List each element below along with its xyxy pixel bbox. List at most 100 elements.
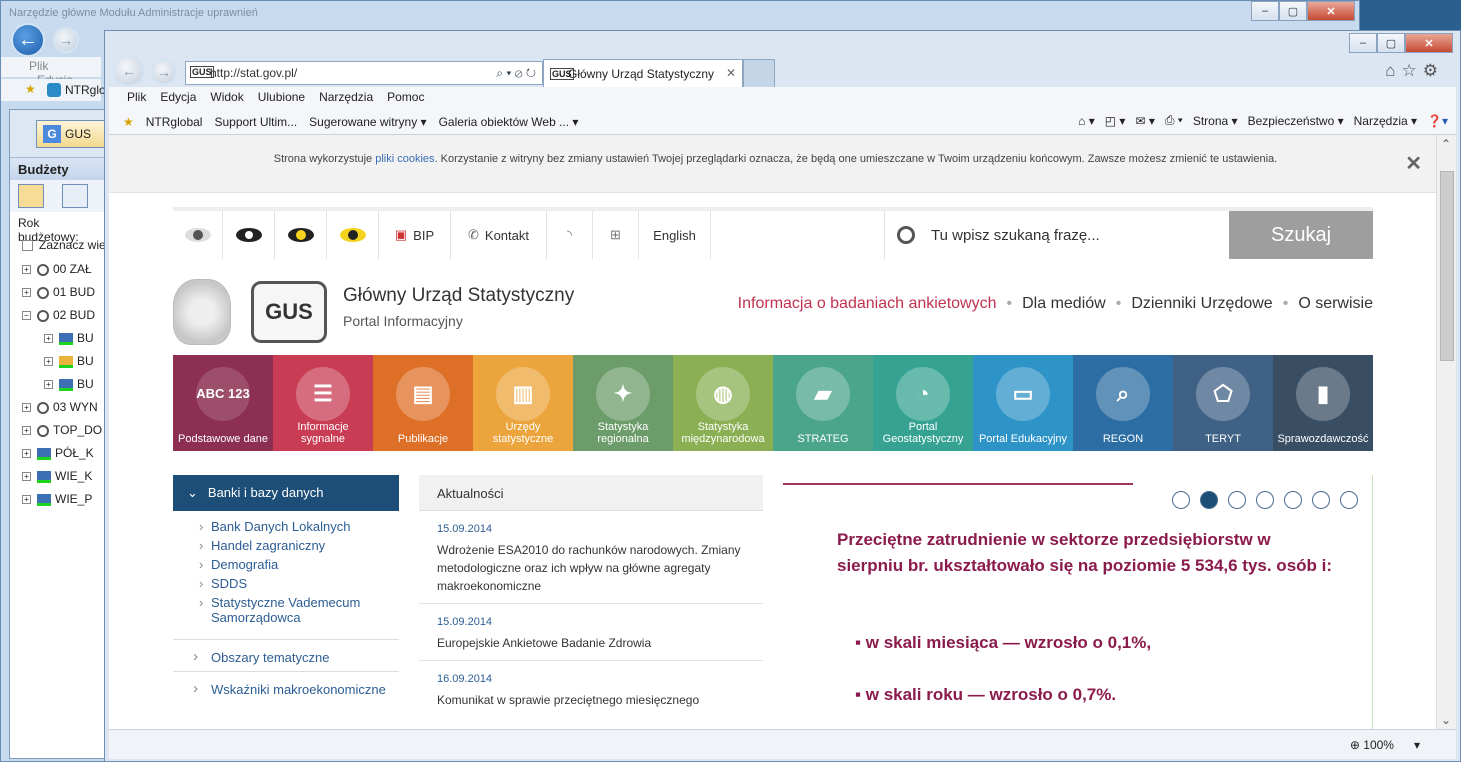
back-arrow-icon[interactable]: ← xyxy=(113,55,145,87)
close-tab-icon[interactable]: ✕ xyxy=(726,66,736,80)
rss-icon[interactable]: ◝ xyxy=(547,211,593,259)
contrast-eye-icon[interactable] xyxy=(173,211,223,259)
zoom-control[interactable]: ⊕ 100% ▾ xyxy=(1350,738,1420,752)
back-arrow-icon[interactable]: ← xyxy=(11,23,45,57)
contrast-eye-icon[interactable] xyxy=(327,211,379,259)
tree-item[interactable]: + BU xyxy=(22,327,104,350)
menu-narzedzia[interactable]: Narzędzia xyxy=(319,90,373,106)
tree-item[interactable]: + PÓŁ_K xyxy=(22,442,104,465)
menu-edycja[interactable]: Edycja xyxy=(160,90,196,106)
contrast-eye-icon[interactable] xyxy=(275,211,327,259)
menu-pomoc[interactable]: Pomoc xyxy=(387,90,424,106)
nav-section[interactable]: Obszary tematyczne xyxy=(173,640,399,672)
tree-item[interactable]: + TOP_DO xyxy=(22,419,104,442)
contact-link[interactable]: ✆ Kontakt xyxy=(451,211,547,259)
tile-9[interactable]: ⌕ REGON xyxy=(1073,355,1173,451)
print-icon[interactable]: ⎙ ▾ xyxy=(1165,113,1183,128)
menu-plik[interactable]: Plik xyxy=(29,59,48,73)
vertical-scrollbar[interactable]: ⌃ ⌄ xyxy=(1436,135,1456,729)
close-button[interactable]: ✕ xyxy=(1307,1,1355,21)
link-journals[interactable]: Dzienniki Urzędowe xyxy=(1131,295,1272,313)
slider-dot[interactable] xyxy=(1340,491,1358,509)
contrast-eye-icon[interactable] xyxy=(223,211,275,259)
english-link[interactable]: English xyxy=(639,211,711,259)
tile-6[interactable]: ▰ STRATEG xyxy=(773,355,873,451)
bip-link[interactable]: ▣ BIP xyxy=(379,211,451,259)
select-all-checkbox[interactable]: Zaznacz wie xyxy=(10,234,106,258)
link-media[interactable]: Dla mediów xyxy=(1022,295,1106,313)
tile-5[interactable]: ◍ Statystyka międzynarodowa xyxy=(673,355,773,451)
gus-logo[interactable]: GUS xyxy=(251,281,327,343)
slider-dot-active[interactable] xyxy=(1200,491,1218,509)
news-title[interactable]: Europejskie Ankietowe Badanie Zdrowia xyxy=(437,634,745,652)
slider-dot[interactable] xyxy=(1284,491,1302,509)
menu-widok[interactable]: Widok xyxy=(210,90,243,106)
close-icon[interactable]: ✕ xyxy=(1405,151,1422,176)
news-item[interactable]: 15.09.2014 Europejskie Ankietowe Badanie… xyxy=(419,604,763,661)
link-about[interactable]: O serwisie xyxy=(1298,295,1373,313)
star-icon[interactable]: ★ xyxy=(123,115,134,129)
news-item[interactable]: 15.09.2014 Wdrożenie ESA2010 do rachunkó… xyxy=(419,511,763,604)
news-item[interactable]: 16.09.2014 Komunikat w sprawie przeciętn… xyxy=(419,661,763,717)
tile-8[interactable]: ▭ Portal Edukacyjny xyxy=(973,355,1073,451)
news-title[interactable]: Komunikat w sprawie przeciętnego miesięc… xyxy=(437,691,745,709)
nav-item[interactable]: Handel zagraniczny xyxy=(199,538,399,553)
link-survey-info[interactable]: Informacja o badaniach ankietowych xyxy=(738,295,997,313)
scroll-up-icon[interactable]: ⌃ xyxy=(1441,137,1451,151)
toolbar-icon-2[interactable] xyxy=(62,184,88,208)
favorite-support[interactable]: Support Ultim... xyxy=(214,115,297,129)
tile-4[interactable]: ✦ Statystyka regionalna xyxy=(573,355,673,451)
tile-0[interactable]: ABC 123 Podstawowe dane xyxy=(173,355,273,451)
tree-item[interactable]: +03 WYN xyxy=(22,396,104,419)
address-text[interactable]: http://stat.gov.pl/ xyxy=(210,66,297,80)
tile-11[interactable]: ▮ Sprawozdawczość xyxy=(1273,355,1373,451)
favorite-ntrglobal[interactable]: NTRglobal xyxy=(146,115,203,129)
nav-item[interactable]: Bank Danych Lokalnych xyxy=(199,519,399,534)
tree-item[interactable]: + WIE_P xyxy=(22,488,104,511)
scroll-thumb[interactable] xyxy=(1440,171,1454,361)
rss-icon[interactable]: ◰ ▾ xyxy=(1105,114,1126,128)
slider-dot[interactable] xyxy=(1312,491,1330,509)
command-strona[interactable]: Strona ▾ xyxy=(1193,114,1238,128)
tile-3[interactable]: ▥ Urzędy statystyczne xyxy=(473,355,573,451)
mail-icon[interactable]: ✉ ▾ xyxy=(1135,114,1154,128)
nav-active-section[interactable]: ⌄ Banki i bazy danych xyxy=(173,475,399,511)
browser-tool-icons[interactable]: ⌂☆⚙ xyxy=(1385,61,1444,81)
search-input[interactable]: Tu wpisz szukaną frazę... xyxy=(885,211,1229,259)
news-title[interactable]: Wdrożenie ESA2010 do rachunków narodowyc… xyxy=(437,541,745,595)
tree-item[interactable]: −02 BUD xyxy=(22,304,104,327)
toolbar-icon-1[interactable] xyxy=(18,184,44,208)
tile-1[interactable]: ☰ Informacje sygnalne xyxy=(273,355,373,451)
address-bar[interactable]: GUS http://stat.gov.pl/ ⌕ ▾ ⊘ ↻ xyxy=(185,61,543,85)
forward-arrow-icon[interactable]: → xyxy=(151,59,177,85)
tab-gus[interactable]: GUS Główny Urząd Statystyczny ✕ xyxy=(543,59,743,87)
command-bezpieczenstwo[interactable]: Bezpieczeństwo ▾ xyxy=(1248,114,1344,128)
tree-item[interactable]: + BU xyxy=(22,373,104,396)
new-tab-button[interactable] xyxy=(743,59,775,87)
favorite-suggested[interactable]: Sugerowane witryny ▾ xyxy=(309,115,426,129)
tile-2[interactable]: ▤ Publikacje xyxy=(373,355,473,451)
tile-10[interactable]: ⬠ TERYT xyxy=(1173,355,1273,451)
address-controls-icon[interactable]: ⌕ ▾ ⊘ ↻ xyxy=(496,66,536,81)
help-icon[interactable]: ❓▾ xyxy=(1427,114,1448,128)
star-icon[interactable]: ★ xyxy=(25,82,36,96)
menu-ulubione[interactable]: Ulubione xyxy=(258,90,305,106)
nav-item[interactable]: Statystyczne Vademecum Samorządowca xyxy=(199,595,399,625)
favorite-ntr[interactable]: NTRglo xyxy=(65,83,106,97)
nav-item[interactable]: Demografia xyxy=(199,557,399,572)
tile-7[interactable]: ◔ Portal Geostatystyczny xyxy=(873,355,973,451)
tree-item[interactable]: + BU xyxy=(22,350,104,373)
sitemap-icon[interactable]: ⊞ xyxy=(593,211,639,259)
search-button[interactable]: Szukaj xyxy=(1229,211,1373,259)
favorite-gallery[interactable]: Galeria obiektów Web ... ▾ xyxy=(439,115,579,129)
command-narzedzia[interactable]: Narzędzia ▾ xyxy=(1354,114,1417,128)
maximize-button[interactable]: ▢ xyxy=(1279,1,1307,21)
minimize-button[interactable]: – xyxy=(1251,1,1279,21)
tree-item[interactable]: + WIE_K xyxy=(22,465,104,488)
scroll-down-icon[interactable]: ⌄ xyxy=(1441,713,1451,727)
tree-item[interactable]: +01 BUD xyxy=(22,281,104,304)
slider-dot[interactable] xyxy=(1228,491,1246,509)
forward-arrow-icon[interactable]: → xyxy=(53,27,79,53)
slider-dot[interactable] xyxy=(1256,491,1274,509)
home-icon[interactable]: ⌂ ▾ xyxy=(1078,114,1095,128)
